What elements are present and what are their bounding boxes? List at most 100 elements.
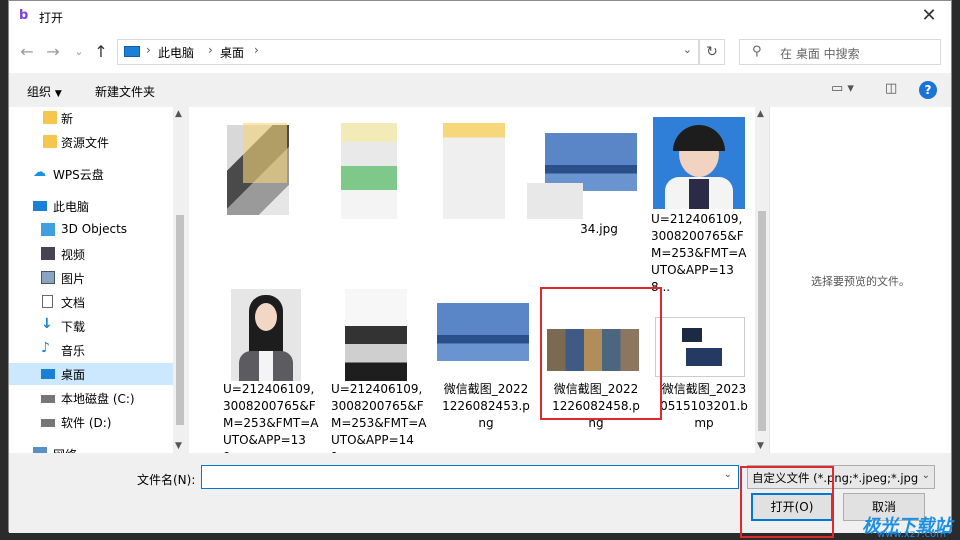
preview-message: 选择要预览的文件。 — [811, 275, 910, 288]
drive-icon — [41, 419, 55, 427]
close-button[interactable]: ✕ — [907, 1, 951, 33]
bridge-photo-thumbnail — [437, 303, 529, 361]
chevron-down-icon[interactable]: ⌄ — [683, 43, 692, 56]
search-box[interactable]: ⚲ 在 桌面 中搜索 — [739, 39, 941, 65]
help-icon[interactable]: ? — [919, 81, 937, 99]
breadcrumb-separator: › — [254, 43, 259, 57]
new-folder-button[interactable]: 新建文件夹 — [95, 83, 155, 100]
desktop-icon — [41, 369, 55, 379]
chevron-down-icon: ⌄ — [918, 470, 930, 481]
sidebar-item-label: 桌面 — [61, 368, 86, 382]
caret-down-icon: ▼ — [54, 89, 62, 99]
document-icon — [42, 295, 53, 308]
blurred-patch — [527, 183, 583, 219]
cloud-icon: ☁ — [33, 165, 46, 180]
file-name: 微信截图_20221226082453.png — [442, 382, 530, 430]
open-file-dialog: b 打开 ✕ ← → ⌄ ↑ › 此电脑 › 桌面 › ⌄ ↻ ⚲ 在 桌面 中… — [8, 0, 952, 533]
portrait-thumbnail — [231, 289, 301, 381]
back-arrow-icon[interactable]: ← — [15, 39, 39, 65]
sidebar-item-pictures[interactable]: 图片 — [9, 267, 173, 289]
sidebar-item-drive-c[interactable]: 本地磁盘 (C:) — [9, 387, 173, 409]
folder-icon — [43, 135, 57, 148]
folder-icon — [243, 123, 287, 183]
screenshot-thumbnail — [655, 317, 745, 377]
sidebar-item-downloads[interactable]: ↓ 下载 — [9, 315, 173, 337]
highlight-box-selected-file — [540, 287, 662, 420]
sidebar-item-label: 图片 — [61, 272, 86, 286]
sidebar-item-music[interactable]: ♪ 音乐 — [9, 339, 173, 361]
sidebar-item-desktop[interactable]: 桌面 — [9, 363, 173, 385]
file-name: U=212406109,3008200765&FM=253&FMT=AUTO&A… — [651, 212, 747, 294]
sidebar-scrollbar[interactable]: ▲ ▼ — [173, 107, 187, 453]
sidebar-item-label: 3D Objects — [61, 222, 128, 236]
filename-label: 文件名(N): — [137, 473, 196, 487]
sidebar-item-label: 音乐 — [61, 344, 86, 358]
music-icon: ♪ — [41, 340, 50, 356]
search-placeholder: 在 桌面 中搜索 — [780, 47, 860, 61]
folder-icon — [43, 111, 57, 124]
scroll-down-icon[interactable]: ▼ — [757, 441, 764, 451]
cube-icon — [41, 223, 55, 236]
portrait-thumbnail — [653, 117, 745, 209]
sidebar-item-xin[interactable]: 新 — [9, 107, 173, 129]
computer-icon — [124, 46, 140, 57]
download-icon: ↓ — [41, 316, 53, 332]
filename-combobox[interactable]: ⌄ — [201, 465, 739, 489]
computer-icon — [33, 201, 47, 211]
breadcrumb-separator: › — [208, 43, 213, 57]
scroll-up-icon[interactable]: ▲ — [757, 109, 764, 119]
organize-label: 组织 — [27, 85, 52, 99]
file-name: U=212406109,3008200765&FM=253&FMT=AUTO&A… — [223, 382, 319, 453]
sidebar-item-label: 软件 (D:) — [61, 416, 112, 430]
command-bar: 组织 ▼ 新建文件夹 ▭ ▾ ◫ ? — [9, 73, 951, 107]
breadcrumb-separator: › — [146, 43, 151, 57]
sidebar-item-drive-d[interactable]: 软件 (D:) — [9, 411, 173, 433]
grayscale-photo-thumbnail — [345, 289, 407, 381]
up-arrow-icon[interactable]: ↑ — [89, 39, 113, 65]
address-bar[interactable]: › 此电脑 › 桌面 › ⌄ — [117, 39, 699, 65]
refresh-button[interactable]: ↻ — [699, 39, 725, 65]
dialog-title: 打开 — [39, 11, 64, 25]
sidebar-item-label: 此电脑 — [53, 200, 90, 214]
sidebar-item-resources[interactable]: 资源文件 — [9, 131, 173, 153]
breadcrumb-desktop[interactable]: 桌面 — [220, 44, 244, 61]
navigation-bar: ← → ⌄ ↑ › 此电脑 › 桌面 › ⌄ ↻ ⚲ 在 桌面 中搜索 — [9, 33, 951, 73]
sidebar-item-label: WPS云盘 — [53, 168, 104, 182]
sidebar-item-label: 新 — [61, 112, 74, 126]
sidebar-item-label: 网络 — [53, 446, 77, 453]
organize-menu[interactable]: 组织 ▼ — [27, 83, 62, 100]
scroll-up-icon[interactable]: ▲ — [175, 109, 182, 119]
sidebar-item-label: 下载 — [61, 320, 86, 334]
sidebar-item-this-pc[interactable]: 此电脑 — [9, 195, 173, 217]
blurred-thumbnail — [443, 123, 505, 219]
app-logo-icon: b — [19, 8, 29, 23]
sidebar-item-label: 视频 — [61, 248, 86, 262]
filename-input[interactable] — [206, 467, 710, 489]
video-icon — [41, 247, 55, 260]
file-name: U=212406109,3008200765&FM=253&FMT=AUTO&A… — [331, 382, 427, 453]
breadcrumb-this-pc[interactable]: 此电脑 — [158, 44, 194, 61]
view-options-icon[interactable]: ▭ ▾ — [831, 81, 854, 96]
drive-icon — [41, 395, 55, 403]
title-bar: b 打开 ✕ — [9, 1, 951, 33]
sidebar-item-label: 资源文件 — [61, 136, 110, 150]
sidebar-item-network[interactable]: 网络 — [9, 443, 173, 453]
pictures-icon — [41, 271, 55, 284]
scrollbar-thumb[interactable] — [758, 211, 766, 431]
scrollbar-thumb[interactable] — [176, 215, 184, 425]
chevron-down-icon[interactable]: ⌄ — [724, 469, 732, 480]
file-list-scrollbar[interactable]: ▲ ▼ — [755, 107, 769, 453]
preview-pane: 选择要预览的文件。 — [769, 107, 951, 453]
sidebar-item-label: 本地磁盘 (C:) — [61, 392, 135, 406]
preview-pane-icon[interactable]: ◫ — [885, 81, 897, 96]
scroll-down-icon[interactable]: ▼ — [175, 441, 182, 451]
sidebar-item-3d-objects[interactable]: 3D Objects — [9, 219, 173, 241]
sidebar-item-wps-cloud[interactable]: ☁ WPS云盘 — [9, 163, 173, 185]
highlight-box-open-button — [740, 466, 834, 538]
watermark-url: www.xz7.com — [877, 529, 946, 540]
sidebar-item-videos[interactable]: 视频 — [9, 243, 173, 265]
recent-locations-icon[interactable]: ⌄ — [67, 39, 91, 65]
sidebar-item-documents[interactable]: 文档 — [9, 291, 173, 313]
sidebar-item-label: 文档 — [61, 296, 86, 310]
forward-arrow-icon[interactable]: → — [41, 39, 65, 65]
